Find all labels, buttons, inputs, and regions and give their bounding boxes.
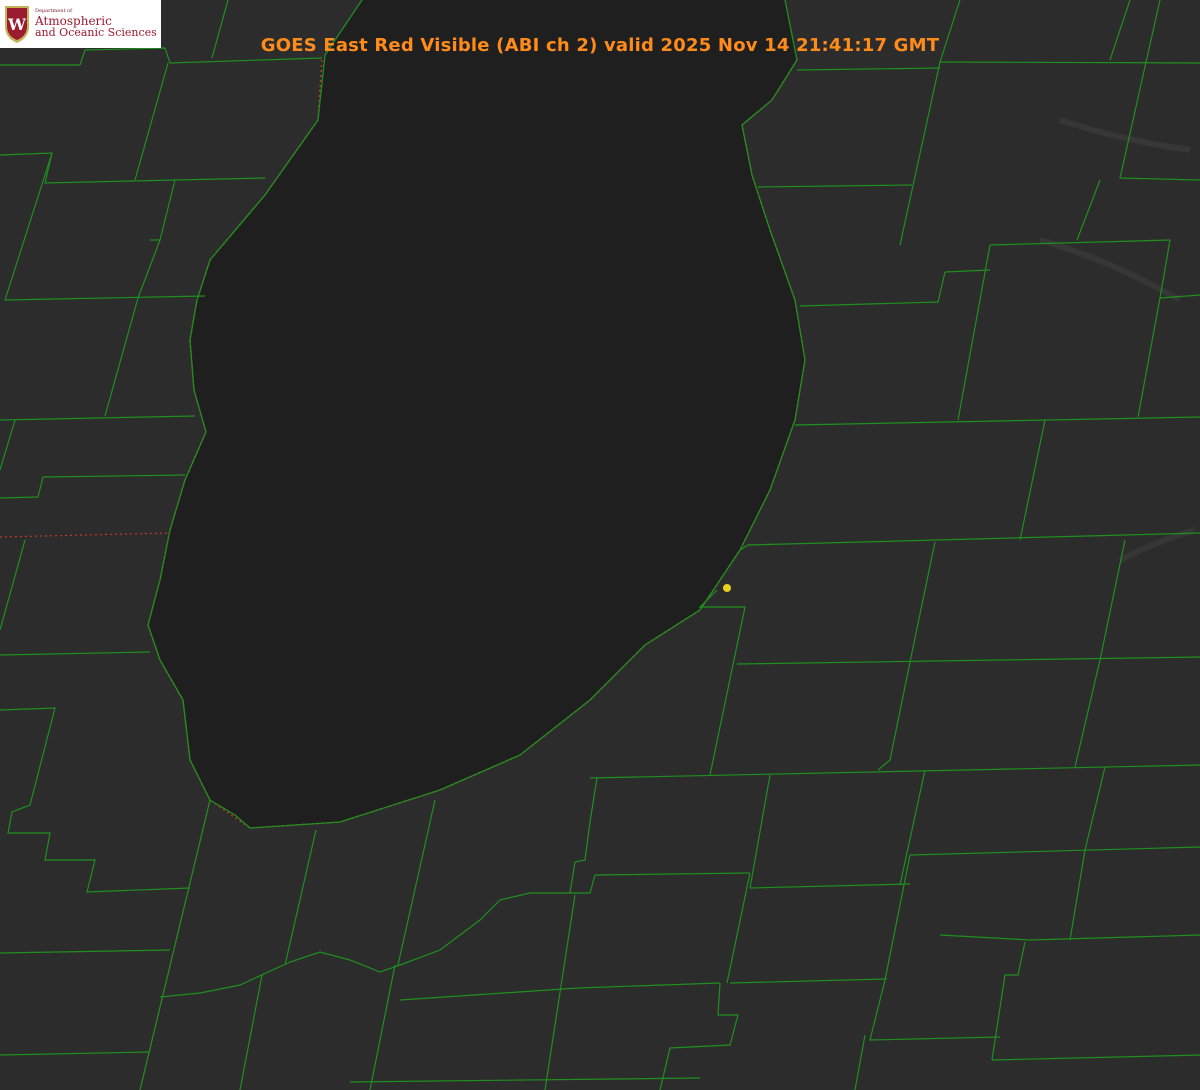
satellite-map: W Department of Atmospheric and Oceanic … [0,0,1200,1090]
map-canvas [0,0,1200,1090]
station-dot-icon [723,584,731,592]
crest-letter: W [7,15,27,34]
image-title: GOES East Red Visible (ABI ch 2) valid 2… [260,35,940,56]
